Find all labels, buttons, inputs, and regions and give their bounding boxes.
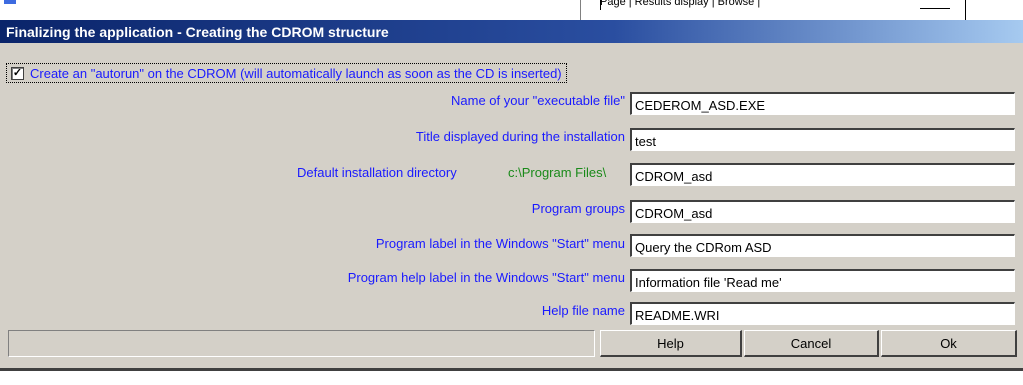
- help-label-field[interactable]: [630, 269, 1015, 292]
- background-tabs: Page | Results display | Browse |: [600, 0, 760, 10]
- autorun-label: Create an "autorun" on the CDROM (will a…: [30, 65, 562, 81]
- program-groups-label: Program groups: [531, 201, 625, 216]
- background-divider: [965, 0, 966, 20]
- dialog-title: Finalizing the application - Creating th…: [6, 24, 389, 40]
- program-label-label: Program label in the Windows "Start" men…: [375, 236, 625, 251]
- install-title-label: Title displayed during the installation: [415, 129, 625, 144]
- executable-label: Name of your "executable file": [451, 93, 625, 108]
- install-dir-label: Default installation directory: [297, 165, 457, 180]
- help-button[interactable]: Help: [600, 330, 742, 357]
- background-window: Page | Results display | Browse |: [0, 0, 1023, 22]
- autorun-option[interactable]: ✓ Create an "autorun" on the CDROM (will…: [6, 63, 567, 83]
- install-dir-prefix: c:\Program Files\: [508, 165, 607, 180]
- help-file-label: Help file name: [541, 303, 625, 318]
- executable-field[interactable]: [630, 92, 1015, 115]
- ok-button[interactable]: Ok: [881, 330, 1017, 357]
- autorun-checkbox[interactable]: ✓: [11, 66, 24, 80]
- cancel-button[interactable]: Cancel: [744, 330, 879, 357]
- install-dir-field[interactable]: [630, 163, 1015, 186]
- program-label-field[interactable]: [630, 234, 1015, 257]
- background-tabs-label: Page | Results display | Browse |: [600, 0, 761, 8]
- background-window-lower: [0, 371, 1023, 385]
- dialog-title-bar[interactable]: Finalizing the application - Creating th…: [0, 20, 1023, 43]
- install-title-field[interactable]: [630, 128, 1015, 151]
- background-divider: [580, 0, 581, 20]
- background-accent: [4, 0, 16, 4]
- help-label-label: Program help label in the Windows "Start…: [347, 270, 625, 285]
- finalize-dialog: Finalizing the application - Creating th…: [0, 20, 1023, 370]
- help-file-field[interactable]: [630, 302, 1015, 325]
- background-divider: [920, 8, 950, 9]
- status-bar: [8, 330, 595, 357]
- program-groups-field[interactable]: [630, 200, 1015, 223]
- checkmark-icon: ✓: [12, 66, 23, 79]
